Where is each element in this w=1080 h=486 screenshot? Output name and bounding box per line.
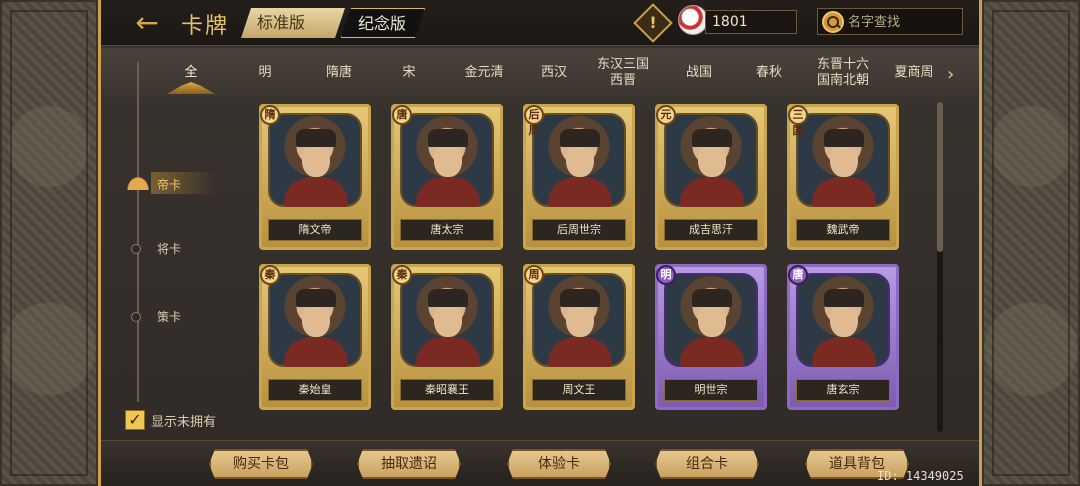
hero-card[interactable]: 隋隋文帝 (259, 104, 371, 250)
dynasty-badge: 元 (656, 105, 676, 125)
dynasty-badge: 唐 (392, 105, 412, 125)
hero-name: 明世宗 (664, 379, 758, 401)
combo-card-button[interactable]: 组合卡 (655, 449, 759, 479)
left-decor-panel (0, 0, 98, 486)
back-arrow-icon[interactable]: ← (121, 9, 173, 37)
category-label: 将卡 (157, 242, 182, 256)
page-title: 卡牌 (181, 14, 230, 39)
hero-card[interactable]: 元成吉思汗 (655, 104, 767, 250)
hero-portrait (400, 273, 494, 367)
search-icon[interactable] (822, 11, 844, 33)
dynasty-tab-bar: 全 明 隋唐 宋 金元清 西汉 东汉三国 西晋 战国 春秋 东晋十六 国南北朝 … (101, 48, 979, 98)
tab-dynasty-jinyuanqing[interactable]: 金元清 (449, 48, 519, 98)
hero-portrait (532, 113, 626, 207)
dynasty-badge: 三国 (788, 105, 808, 137)
tab-commemorative-version[interactable]: 纪念版 (341, 8, 425, 38)
tab-dynasty-dongjin[interactable]: 东晋十六 国南北朝 (807, 48, 879, 98)
hero-portrait (796, 273, 890, 367)
hero-name: 秦始皇 (268, 379, 362, 401)
currency-amount: 1801 (705, 10, 797, 34)
draw-edict-button[interactable]: 抽取遗诏 (357, 449, 461, 479)
dynasty-badge: 周 (524, 265, 544, 285)
tab-dynasty-zhanguo[interactable]: 战国 (673, 48, 725, 98)
hero-card[interactable]: 唐唐玄宗 (787, 264, 899, 410)
search-input[interactable] (848, 12, 958, 32)
hero-portrait (796, 113, 890, 207)
hero-name: 唐玄宗 (796, 379, 890, 401)
tab-dynasty-ming[interactable]: 明 (241, 48, 289, 98)
hero-card[interactable]: 明明世宗 (655, 264, 767, 410)
chevron-right-icon[interactable]: › (947, 64, 954, 85)
hero-name: 秦昭襄王 (400, 379, 494, 401)
right-decor-panel (982, 0, 1080, 486)
hero-name: 周文王 (532, 379, 626, 401)
show-unowned-label: 显示未拥有 (151, 414, 217, 430)
lotus-icon (123, 172, 153, 190)
tab-dynasty-donghan[interactable]: 东汉三国 西晋 (587, 48, 659, 98)
top-header: ← 卡牌 标准版 纪念版 ! 1801 (101, 0, 979, 46)
radio-dot-icon (131, 312, 141, 322)
buy-pack-button[interactable]: 购买卡包 (209, 449, 313, 479)
tab-dynasty-xihan[interactable]: 西汉 (527, 48, 581, 98)
dynasty-badge: 唐 (788, 265, 808, 285)
dynasty-badge: 秦 (260, 265, 280, 285)
hero-card[interactable]: 唐唐太宗 (391, 104, 503, 250)
hero-card[interactable]: 周周文王 (523, 264, 635, 410)
version-tabs: 标准版 纪念版 (241, 8, 425, 38)
bottom-action-bar: 购买卡包 抽取遗诏 体验卡 组合卡 道具背包 ID: 14349025 (101, 440, 979, 486)
hero-name: 唐太宗 (400, 219, 494, 241)
hero-portrait (664, 273, 758, 367)
category-label: 帝卡 (157, 178, 182, 192)
warning-icon-glyph: ! (649, 13, 657, 32)
dynasty-badge: 后周 (524, 105, 544, 137)
tab-dynasty-xiashangzhou[interactable]: 夏商周 (885, 48, 943, 98)
hero-name: 后周世宗 (532, 219, 626, 241)
hero-portrait (268, 113, 362, 207)
category-label: 策卡 (157, 310, 182, 324)
hero-name: 魏武帝 (796, 219, 890, 241)
hero-name: 成吉思汗 (664, 219, 758, 241)
tab-dynasty-song[interactable]: 宋 (389, 48, 429, 98)
hero-portrait (268, 273, 362, 367)
dynasty-badge: 秦 (392, 265, 412, 285)
user-id: ID: 14349025 (877, 469, 964, 483)
card-grid: 隋隋文帝唐唐太宗 后周 后周世宗元成吉思汗 三国 魏武帝秦秦始皇秦秦昭襄王周周文王明明世… (255, 100, 945, 440)
hero-card[interactable]: 后周后周世宗 (523, 104, 635, 250)
search-box[interactable] (817, 8, 963, 35)
category-line (137, 62, 139, 402)
hero-name: 隋文帝 (268, 219, 362, 241)
currency-icon (678, 5, 708, 35)
hero-portrait (664, 113, 758, 207)
hero-card[interactable]: 秦秦始皇 (259, 264, 371, 410)
warning-icon[interactable]: ! (633, 3, 673, 43)
hero-portrait (400, 113, 494, 207)
hero-card[interactable]: 秦秦昭襄王 (391, 264, 503, 410)
tab-dynasty-chunqiu[interactable]: 春秋 (741, 48, 797, 98)
checkbox-checked-icon[interactable]: ✓ (125, 410, 145, 430)
tab-dynasty-suitang[interactable]: 隋唐 (309, 48, 369, 98)
show-unowned-toggle[interactable]: ✓ 显示未拥有 (125, 410, 216, 430)
tab-standard-version[interactable]: 标准版 (241, 8, 345, 38)
hero-card[interactable]: 三国魏武帝 (787, 104, 899, 250)
tab-dynasty-all[interactable]: 全 (161, 48, 221, 98)
radio-dot-icon (131, 244, 141, 254)
grid-scrollbar[interactable] (937, 102, 943, 432)
trial-card-button[interactable]: 体验卡 (507, 449, 611, 479)
card-collection-window: ← 卡牌 标准版 纪念版 ! 1801 全 明 隋唐 宋 金元清 西汉 东汉三国… (98, 0, 982, 486)
hero-portrait (532, 273, 626, 367)
dynasty-badge: 明 (656, 265, 676, 285)
dynasty-badge: 隋 (260, 105, 280, 125)
